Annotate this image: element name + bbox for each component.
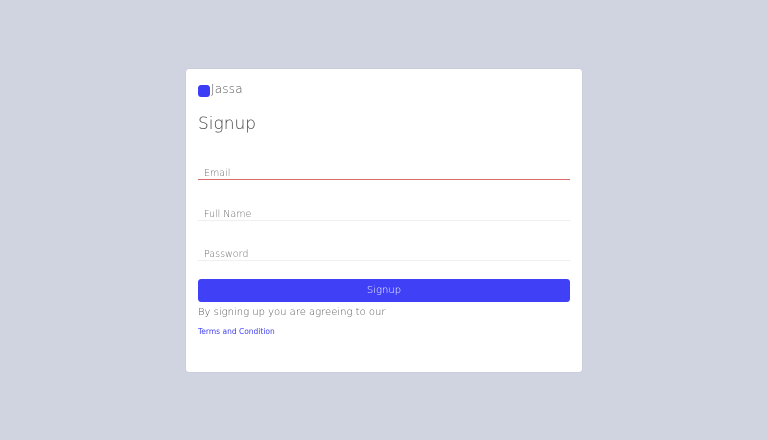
full-name-field[interactable] [198,205,570,224]
brand-logo-icon [198,85,210,97]
page-title: Signup [198,114,257,134]
signup-card: Jassa Signup Signup By signing up you ar… [186,69,582,372]
brand-name: Jassa [211,82,243,96]
agreement-text: By signing up you are agreeing to our [198,307,386,318]
password-field-container [198,242,570,264]
email-field-container [198,161,570,183]
password-field[interactable] [198,245,570,264]
brand: Jassa [198,81,243,97]
email-field[interactable] [198,164,570,183]
terms-link[interactable]: Terms and Condition [198,327,275,336]
signup-button[interactable]: Signup [198,279,570,302]
full-name-field-container [198,202,570,224]
